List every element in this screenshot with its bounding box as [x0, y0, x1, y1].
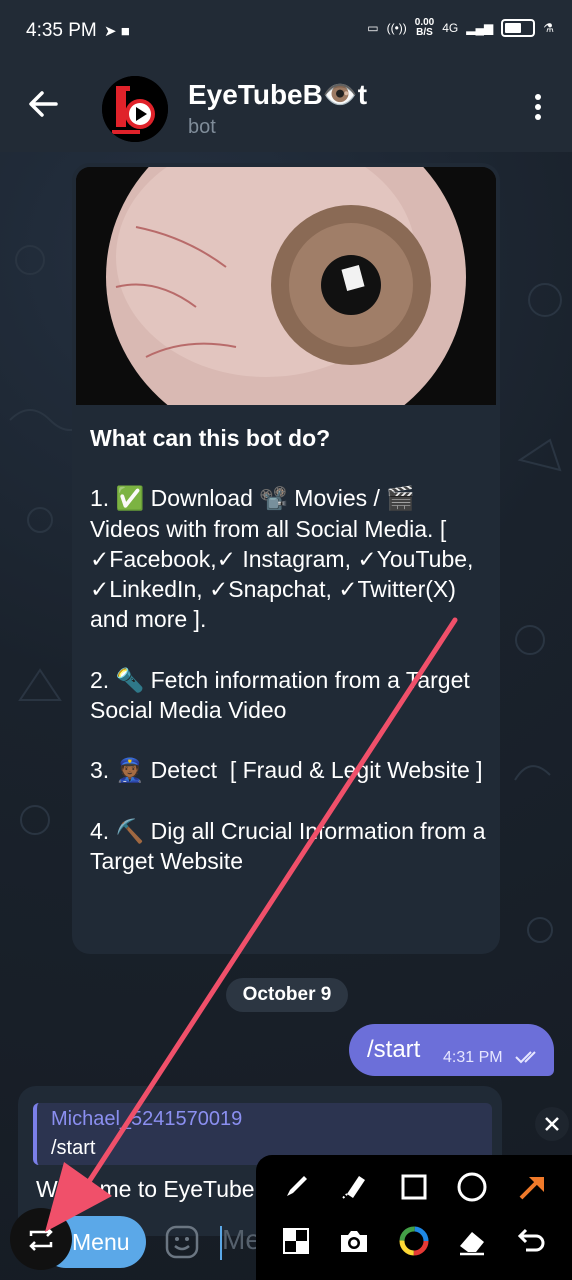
annotation-arrow [45, 617, 458, 1232]
